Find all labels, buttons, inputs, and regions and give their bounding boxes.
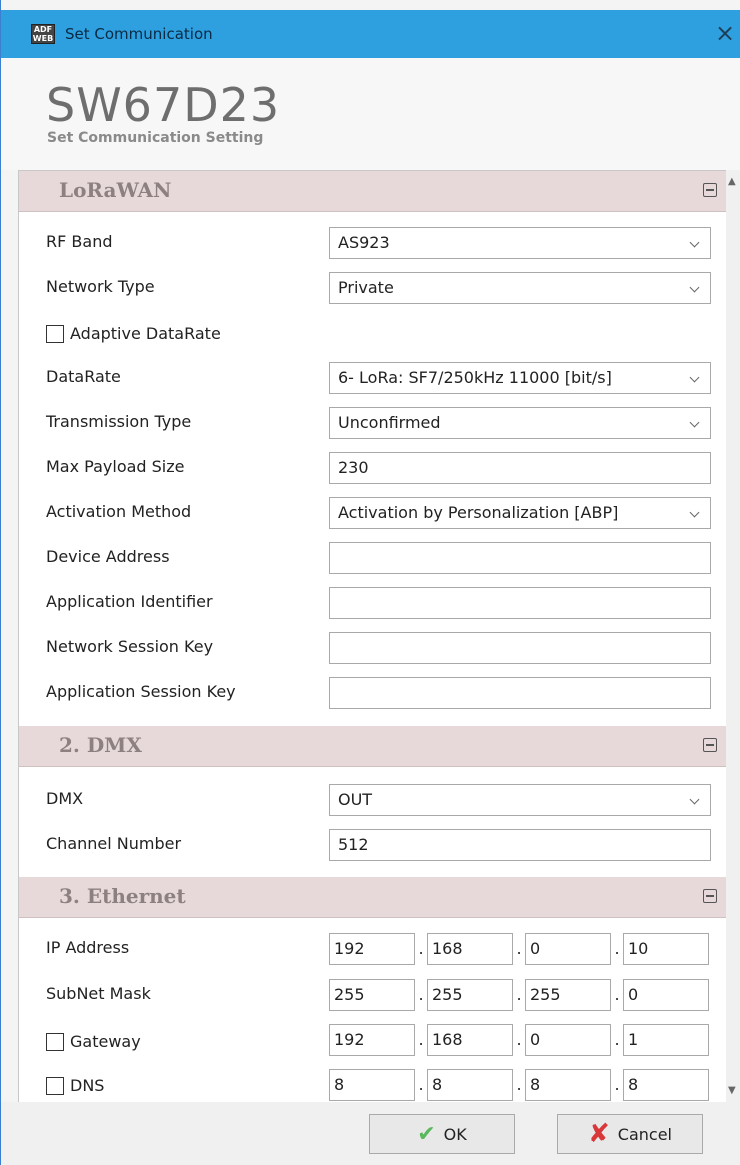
section-header-ethernet[interactable]: 3. Ethernet <box>19 877 735 918</box>
ip-separator: . <box>418 985 424 1004</box>
ip-separator: . <box>614 939 620 958</box>
checkmark-icon: ✔ <box>417 1121 436 1147</box>
ip-separator: . <box>418 1075 424 1094</box>
ip-octet-2[interactable]: 168 <box>427 933 513 965</box>
dmx-select[interactable]: OUT <box>329 784 711 816</box>
dmx-label: DMX <box>46 789 84 808</box>
cross-icon: ✘ <box>588 1119 610 1149</box>
vertical-scrollbar[interactable]: ▲ ▼ <box>726 170 740 1102</box>
subnet-octet-2[interactable]: 255 <box>427 979 513 1011</box>
scroll-up-icon[interactable]: ▲ <box>728 176 736 187</box>
page-header: SW67D23 Set Communication Setting <box>1 58 740 170</box>
network-session-key-input[interactable] <box>329 632 711 664</box>
ip-separator: . <box>418 939 424 958</box>
dns-label: DNS <box>70 1076 105 1095</box>
ip-separator: . <box>614 1030 620 1049</box>
dns-octet-1[interactable]: 8 <box>329 1069 415 1101</box>
activation-method-label: Activation Method <box>46 502 192 521</box>
ip-separator: . <box>614 985 620 1004</box>
collapse-icon[interactable] <box>703 183 717 197</box>
product-title: SW67D23 <box>46 78 281 132</box>
gateway-octet-1[interactable]: 192 <box>329 1024 415 1056</box>
window-title: Set Communication <box>65 25 213 43</box>
max-payload-label: Max Payload Size <box>46 457 185 476</box>
cancel-button[interactable]: ✘ Cancel <box>557 1114 703 1154</box>
subnet-octet-1[interactable]: 255 <box>329 979 415 1011</box>
ip-octet-1[interactable]: 192 <box>329 933 415 965</box>
ip-octet-3[interactable]: 0 <box>525 933 611 965</box>
ip-separator: . <box>516 939 522 958</box>
gateway-octet-2[interactable]: 168 <box>427 1024 513 1056</box>
subnet-octet-3[interactable]: 255 <box>525 979 611 1011</box>
ok-button[interactable]: ✔ OK <box>369 1114 515 1154</box>
datarate-select[interactable]: 6- LoRa: SF7/250kHz 11000 [bit/s] <box>329 362 711 394</box>
ok-button-label: OK <box>443 1124 467 1144</box>
collapse-icon[interactable] <box>703 738 717 752</box>
gateway-octet-4[interactable]: 1 <box>623 1024 709 1056</box>
subnet-octet-4[interactable]: 0 <box>623 979 709 1011</box>
network-session-key-label: Network Session Key <box>46 637 214 656</box>
section-title-ethernet: 3. Ethernet <box>59 884 186 908</box>
title-bar: ADF WEB Set Communication × <box>1 10 740 58</box>
section-header-dmx[interactable]: 2. DMX <box>19 726 735 767</box>
dns-octet-3[interactable]: 8 <box>525 1069 611 1101</box>
network-type-label: Network Type <box>46 277 155 296</box>
gateway-label: Gateway <box>70 1032 141 1051</box>
app-identifier-input[interactable] <box>329 587 711 619</box>
ip-separator: . <box>516 985 522 1004</box>
device-address-input[interactable] <box>329 542 711 574</box>
cancel-button-label: Cancel <box>617 1124 672 1144</box>
ip-separator: . <box>516 1030 522 1049</box>
page-subtitle: Set Communication Setting <box>47 130 264 146</box>
close-icon[interactable]: × <box>713 18 737 48</box>
ip-address-label: IP Address <box>46 938 130 957</box>
dns-octet-4[interactable]: 8 <box>623 1069 709 1101</box>
dns-octet-2[interactable]: 8 <box>427 1069 513 1101</box>
dialog-footer: ✔ OK ✘ Cancel <box>1 1102 740 1165</box>
ip-separator: . <box>418 1030 424 1049</box>
rf-band-label: RF Band <box>46 232 113 251</box>
app-session-key-input[interactable] <box>329 677 711 709</box>
activation-method-select[interactable]: Activation by Personalization [ABP] <box>329 497 711 529</box>
ip-octet-4[interactable]: 10 <box>623 933 709 965</box>
section-header-lorawan[interactable]: LoRaWAN <box>19 171 735 212</box>
adaptive-datarate-label: Adaptive DataRate <box>70 324 221 343</box>
network-type-select[interactable]: Private <box>329 272 711 304</box>
ip-separator: . <box>516 1075 522 1094</box>
section-title-dmx: 2. DMX <box>59 733 142 757</box>
set-communication-window: ADF WEB Set Communication × SW67D23 Set C… <box>0 0 740 1165</box>
dns-checkbox[interactable] <box>46 1077 64 1095</box>
channel-number-label: Channel Number <box>46 834 182 853</box>
gateway-checkbox[interactable] <box>46 1033 64 1051</box>
max-payload-input[interactable]: 230 <box>329 452 711 484</box>
subnet-mask-label: SubNet Mask <box>46 984 151 1003</box>
ip-separator: . <box>614 1075 620 1094</box>
transmission-type-select[interactable]: Unconfirmed <box>329 407 711 439</box>
rf-band-select[interactable]: AS923 <box>329 227 711 259</box>
section-title-lorawan: LoRaWAN <box>59 178 172 202</box>
scroll-down-icon[interactable]: ▼ <box>728 1085 736 1096</box>
device-address-label: Device Address <box>46 547 170 566</box>
channel-number-input[interactable]: 512 <box>329 829 711 861</box>
app-logo-icon: ADF WEB <box>31 24 55 44</box>
transmission-type-label: Transmission Type <box>46 412 192 431</box>
datarate-label: DataRate <box>46 367 121 386</box>
app-identifier-label: Application Identifier <box>46 592 213 611</box>
gateway-octet-3[interactable]: 0 <box>525 1024 611 1056</box>
collapse-icon[interactable] <box>703 889 717 903</box>
settings-panel: LoRaWAN RF Band AS923 Network Type Priva… <box>18 170 736 1104</box>
adaptive-datarate-checkbox[interactable] <box>46 325 64 343</box>
app-session-key-label: Application Session Key <box>46 682 236 701</box>
